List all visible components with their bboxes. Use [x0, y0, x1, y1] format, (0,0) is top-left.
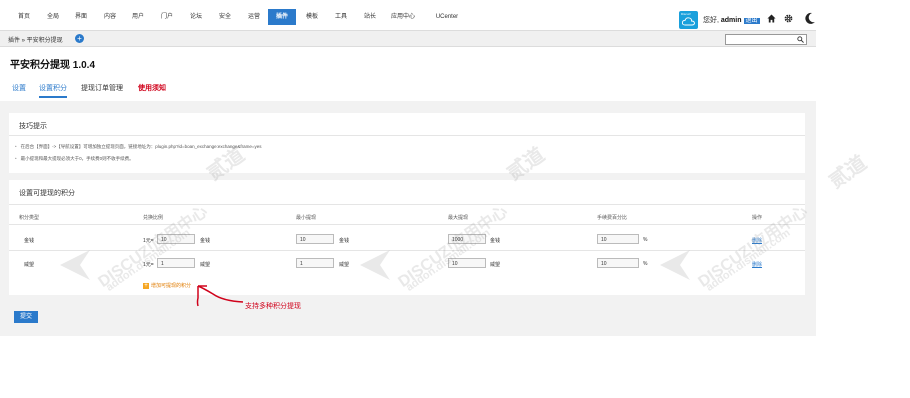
- nav-plugins[interactable]: 插件: [268, 9, 296, 25]
- divider: [9, 204, 805, 205]
- moon-icon[interactable]: [802, 11, 816, 25]
- greeting-label: 您好,: [703, 17, 721, 24]
- rate-unit: 金钱: [200, 238, 211, 244]
- cloud-icon[interactable]: Discuz!: [679, 11, 698, 29]
- user-greeting: 您好, admin 退出: [703, 15, 760, 25]
- divider: [9, 224, 805, 225]
- nav-interface[interactable]: 界面: [71, 10, 91, 24]
- min-unit: 威望: [339, 262, 350, 268]
- nav-global[interactable]: 全局: [43, 10, 63, 24]
- credit-type: 金钱: [24, 238, 35, 244]
- tab-credit-settings[interactable]: 设置积分: [39, 83, 67, 98]
- rate-input[interactable]: 1: [157, 258, 195, 268]
- min-input[interactable]: 1: [296, 258, 334, 268]
- sub-header: 插件 » 平安积分提现 +: [0, 31, 816, 47]
- search-icon[interactable]: [797, 36, 804, 43]
- max-unit: 金钱: [490, 238, 501, 244]
- nav-forum[interactable]: 论坛: [186, 10, 206, 24]
- col-header-credit-type: 积分类型: [19, 215, 40, 221]
- min-input[interactable]: 10: [296, 234, 334, 244]
- home-icon[interactable]: [767, 14, 776, 23]
- tips-panel: 技巧提示 • 在后台【界面】->【导航设置】可增加独立提现页面，链接地址为：plu…: [9, 113, 805, 173]
- max-input[interactable]: 10: [448, 258, 486, 268]
- credits-panel: 设置可提现的积分: [9, 180, 805, 295]
- nav-users[interactable]: 用户: [128, 10, 148, 24]
- tips-title: 技巧提示: [19, 123, 47, 130]
- cloud-label: Discuz!: [681, 12, 691, 16]
- add-shortcut-button[interactable]: +: [75, 34, 84, 43]
- annotation-text: 支持多种积分提现: [245, 303, 301, 310]
- col-header-min: 最小提现: [296, 215, 317, 221]
- nav-home[interactable]: 首页: [14, 10, 34, 24]
- max-input[interactable]: 1000: [448, 234, 486, 244]
- delete-link[interactable]: 删除: [752, 237, 762, 244]
- credits-title: 设置可提现的积分: [19, 190, 75, 197]
- col-header-max: 最大提现: [448, 215, 469, 221]
- credit-type: 威望: [24, 262, 35, 268]
- nav-app-center[interactable]: 应用中心: [388, 10, 418, 24]
- search-input[interactable]: [725, 34, 807, 45]
- watermark: 贰道: [825, 151, 871, 193]
- divider: [9, 135, 805, 136]
- tab-withdraw-orders[interactable]: 提现订单管理: [81, 83, 123, 93]
- rate-unit: 威望: [200, 262, 211, 268]
- nav-webmaster[interactable]: 站长: [360, 10, 380, 24]
- tip-item: • 在后台【界面】->【导航设置】可增加独立提现页面，链接地址为：plugin.p…: [15, 144, 262, 149]
- delete-link[interactable]: 删除: [752, 261, 762, 268]
- tab-usage-notes[interactable]: 使用须知: [138, 83, 166, 93]
- rate-prefix: 1元=: [143, 238, 154, 244]
- col-header-fee: 手续费百分比: [597, 215, 628, 221]
- rate-prefix: 1元=: [143, 262, 154, 268]
- col-header-action: 操作: [752, 215, 763, 221]
- tip-item: • 最小提现和最大提现必须大于0，手续费0则不收手续费。: [15, 156, 134, 161]
- annotation-arrow-icon: [196, 285, 244, 307]
- fee-input[interactable]: 10: [597, 234, 639, 244]
- breadcrumb: 插件 » 平安积分提现: [8, 38, 63, 44]
- username: admin: [720, 17, 742, 24]
- page-title: 平安积分提现 1.0.4: [10, 60, 96, 71]
- rate-input[interactable]: 10: [157, 234, 195, 244]
- plus-icon: +: [143, 282, 149, 289]
- fee-unit: %: [643, 237, 648, 243]
- logout-button[interactable]: 退出: [743, 18, 760, 24]
- nav-portal[interactable]: 门户: [157, 10, 177, 24]
- tab-settings[interactable]: 设置: [12, 83, 26, 93]
- max-unit: 威望: [490, 262, 501, 268]
- min-unit: 金钱: [339, 238, 350, 244]
- gear-icon[interactable]: [784, 14, 793, 23]
- nav-security[interactable]: 安全: [215, 10, 235, 24]
- top-nav: 首页 全局 界面 内容 用户 门户 论坛 安全 运营 插件 模板 工具 站长 应…: [0, 0, 816, 31]
- app-window: 首页 全局 界面 内容 用户 门户 论坛 安全 运营 插件 模板 工具 站长 应…: [0, 0, 816, 398]
- nav-content[interactable]: 内容: [100, 10, 120, 24]
- nav-operations[interactable]: 运营: [244, 10, 264, 24]
- submit-button[interactable]: 提交: [14, 311, 38, 323]
- col-header-rate: 兑换比例: [143, 215, 164, 221]
- fee-unit: %: [643, 261, 648, 267]
- nav-tools[interactable]: 工具: [331, 10, 351, 24]
- nav-ucenter[interactable]: UCenter: [432, 10, 462, 24]
- fee-input[interactable]: 10: [597, 258, 639, 268]
- divider: [9, 250, 805, 251]
- nav-templates[interactable]: 模板: [302, 10, 322, 24]
- add-credit-button[interactable]: + 增加可提现的积分: [143, 282, 191, 289]
